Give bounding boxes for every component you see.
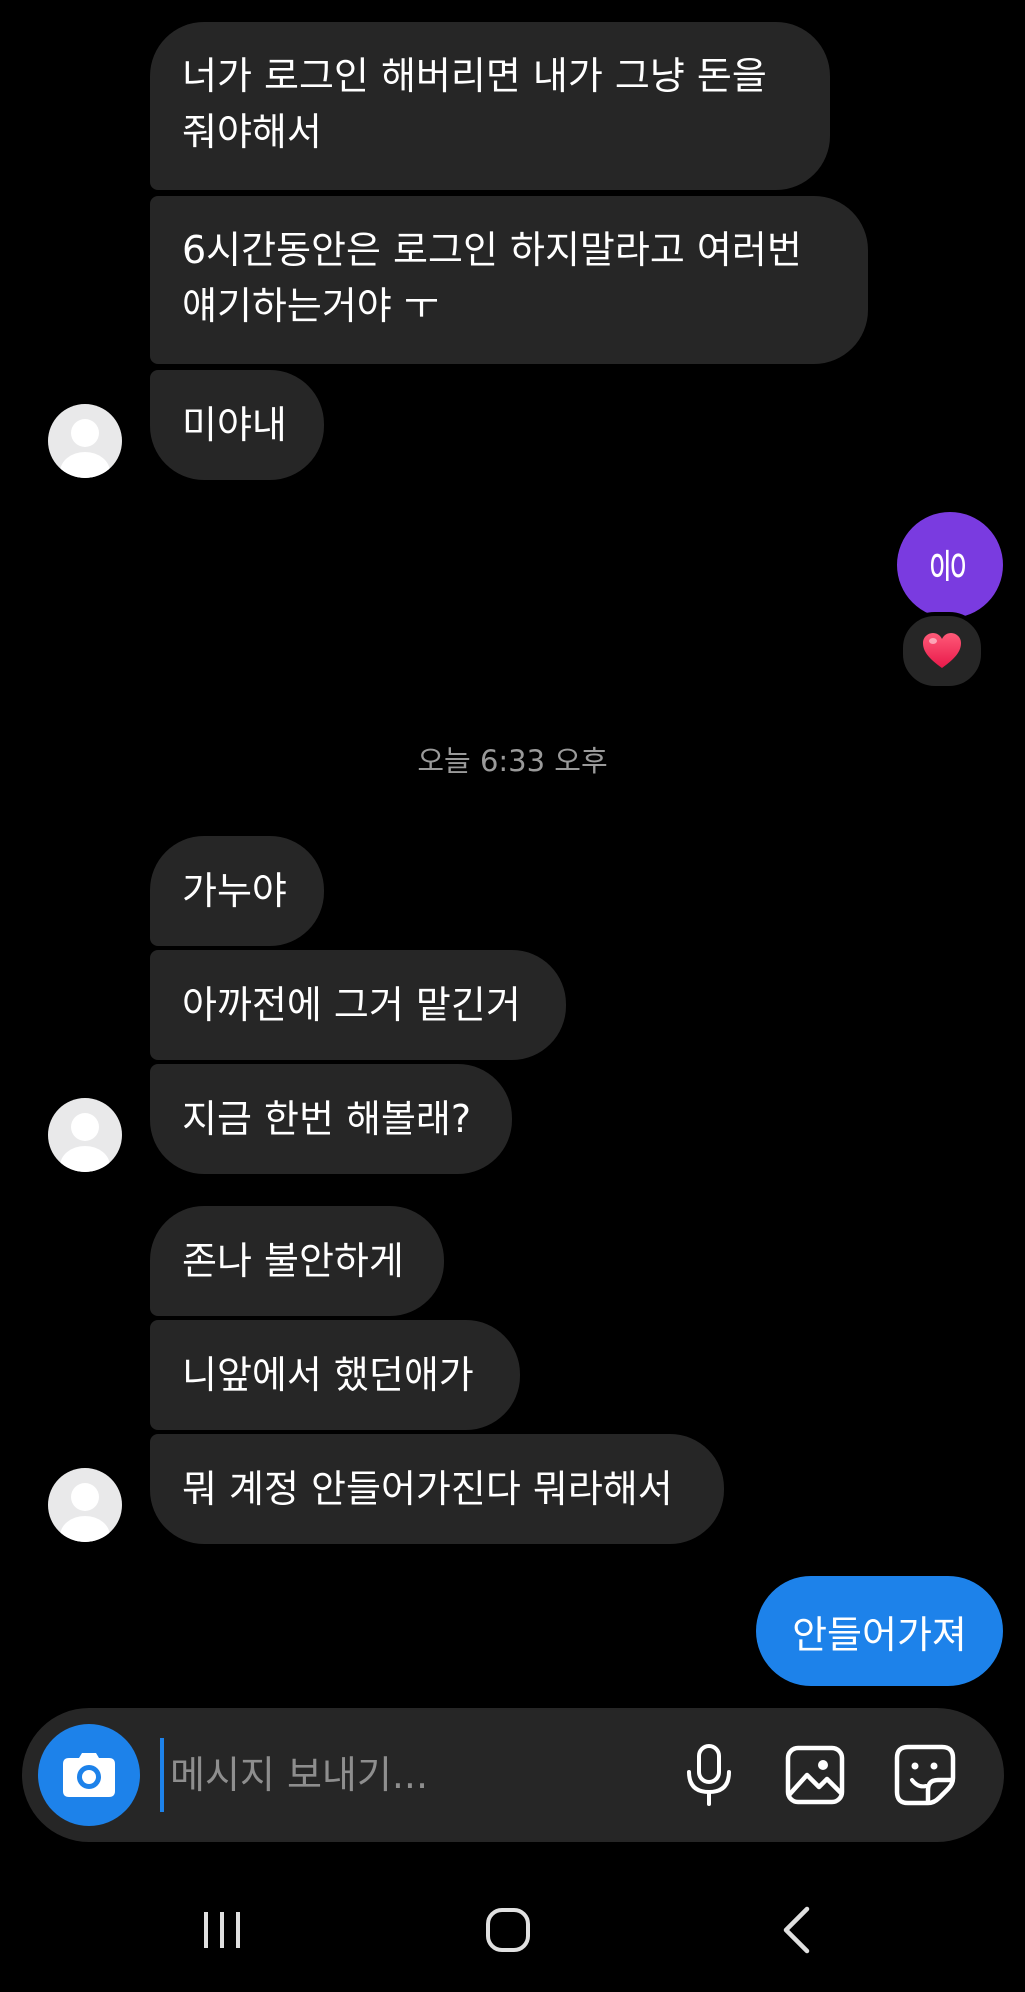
sticker-button[interactable]	[888, 1738, 962, 1812]
received-message-bubble[interactable]: 아까전에 그거 맡긴거	[150, 950, 566, 1060]
received-message-bubble[interactable]: 6시간동안은 로그인 하지말라고 여러번 얘기하는거야 ㅜ	[150, 196, 868, 364]
message-text: 아까전에 그거 맡긴거	[182, 983, 521, 1027]
sent-message-bubble[interactable]: 응	[897, 512, 1003, 618]
message-text: 안들어가져	[792, 1612, 967, 1657]
message-input[interactable]	[160, 1738, 660, 1812]
gallery-button[interactable]	[778, 1738, 852, 1812]
home-button[interactable]	[468, 1890, 548, 1970]
message-text: 가누야	[182, 869, 287, 913]
microphone-button[interactable]	[672, 1738, 746, 1812]
avatar-head-icon	[71, 1483, 99, 1511]
sender-avatar[interactable]	[48, 404, 122, 478]
received-message-bubble[interactable]: 뭐 계정 안들어가진다 뭐라해서	[150, 1434, 724, 1544]
received-message-bubble[interactable]: 가누야	[150, 836, 324, 946]
message-text: 응	[924, 547, 969, 583]
received-message-bubble[interactable]: 지금 한번 해볼래?	[150, 1064, 512, 1174]
avatar-body-icon	[60, 1516, 110, 1542]
back-icon	[783, 1906, 810, 1954]
gallery-icon	[785, 1745, 845, 1805]
sender-avatar[interactable]	[48, 1468, 122, 1542]
microphone-icon	[687, 1744, 731, 1806]
recents-button[interactable]	[182, 1890, 262, 1970]
system-navigation-bar	[0, 1870, 1025, 1992]
recents-icon	[204, 1912, 240, 1948]
avatar-body-icon	[60, 1146, 110, 1172]
sender-avatar[interactable]	[48, 1098, 122, 1172]
heart-icon	[923, 633, 961, 668]
message-text: 6시간동안은 로그인 하지말라고 여러번 얘기하는거야 ㅜ	[182, 228, 802, 328]
received-message-bubble[interactable]: 니앞에서 했던애가	[150, 1320, 520, 1430]
sent-message-bubble[interactable]: 안들어가져	[756, 1576, 1003, 1686]
reaction-badge[interactable]: ❤️	[899, 612, 985, 690]
message-text: 지금 한번 해볼래?	[182, 1097, 472, 1141]
avatar-head-icon	[71, 1113, 99, 1141]
message-text: 뭐 계정 안들어가진다 뭐라해서	[182, 1467, 673, 1511]
camera-button[interactable]	[38, 1724, 140, 1826]
avatar-body-icon	[60, 452, 110, 478]
message-text: 너가 로그인 해버리면 내가 그냥 돈을 줘야해서	[182, 54, 767, 154]
received-message-bubble[interactable]: 존나 불안하게	[150, 1206, 444, 1316]
camera-icon	[63, 1753, 115, 1797]
message-text: 존나 불안하게	[182, 1239, 404, 1283]
received-message-bubble[interactable]: 미야내	[150, 370, 324, 480]
message-text: 니앞에서 했던애가	[182, 1353, 474, 1397]
home-icon	[486, 1908, 530, 1952]
sticker-icon	[894, 1744, 956, 1806]
chat-timestamp: 오늘 6:33 오후	[417, 744, 608, 778]
received-message-bubble[interactable]: 너가 로그인 해버리면 내가 그냥 돈을 줘야해서	[150, 22, 830, 190]
message-text: 미야내	[182, 403, 287, 447]
message-composer	[22, 1708, 1004, 1842]
back-button[interactable]	[756, 1890, 836, 1970]
avatar-head-icon	[71, 419, 99, 447]
